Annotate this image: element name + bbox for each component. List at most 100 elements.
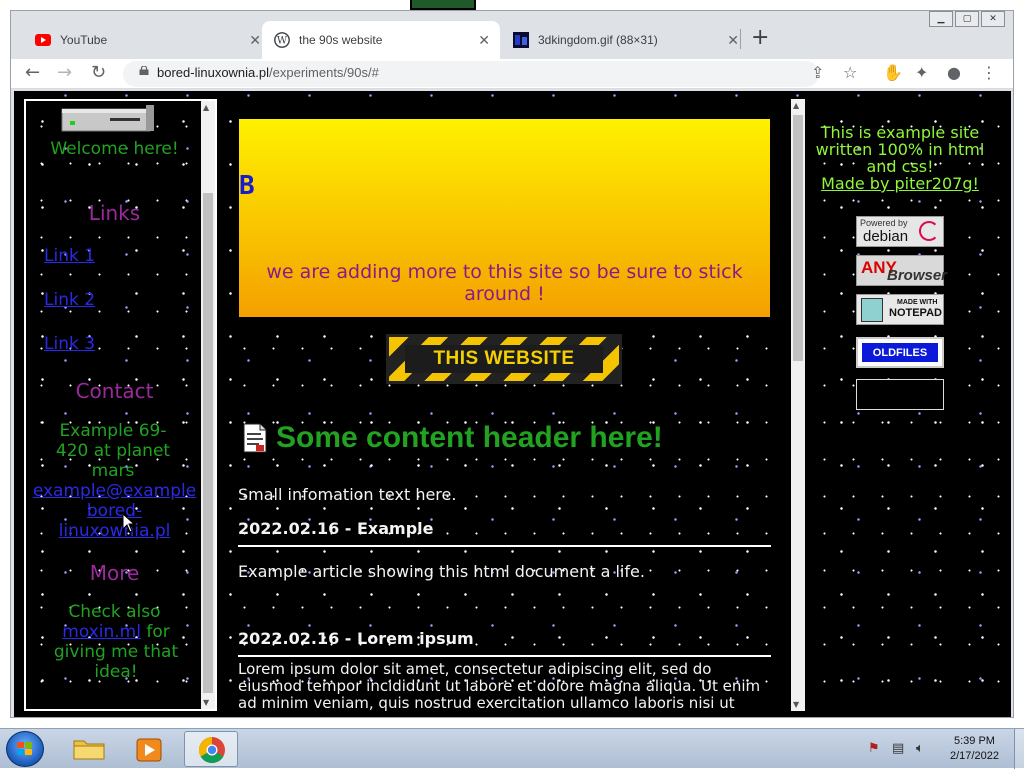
extension-dislike-icon[interactable]: ✋ xyxy=(883,63,903,82)
profile-avatar-icon[interactable]: ● xyxy=(947,63,961,82)
sidebar-link-3[interactable]: Link 3 xyxy=(44,334,95,354)
network-error-icon[interactable]: ⚑ xyxy=(868,741,880,756)
content-header: Some content header here! xyxy=(242,421,663,455)
links-heading: Links xyxy=(88,201,141,225)
browser-toolbar: ← → ↻ bored-linuxownia.pl/experiments/90… xyxy=(11,59,1013,89)
windows-taskbar: ⚑ ▤ 🔈︎ 5:39 PM 2/17/2022 xyxy=(0,728,1024,769)
url-text[interactable]: bored-linuxownia.pl/experiments/90s/# xyxy=(157,65,379,80)
tab-3dkingdom-gif[interactable]: 3dkingdom.gif (88×31) ✕ xyxy=(501,21,749,59)
gif-favicon-icon xyxy=(513,32,529,48)
oldfiles-badge[interactable]: OLDFILES xyxy=(856,337,944,368)
this-website-hazard-banner: THIS WEBSITE xyxy=(386,334,622,384)
windows-logo-icon xyxy=(17,742,32,755)
badge-small-text: MADE WITH xyxy=(897,299,938,306)
lock-icon xyxy=(139,66,149,75)
main-scrollbar[interactable]: ▲ ▼ xyxy=(791,99,805,711)
tab-title: the 90s website xyxy=(299,33,383,47)
hazard-text: THIS WEBSITE xyxy=(405,345,603,373)
minimize-button[interactable]: ▁ xyxy=(929,11,953,27)
new-tab-button[interactable]: + xyxy=(751,25,769,50)
any-browser-badge[interactable]: ANY Browser xyxy=(856,255,948,286)
page-viewport: Welcome here! Links Link 1 Link 2 Link 3… xyxy=(14,91,1011,717)
powered-by-debian-badge[interactable]: Powered by debian xyxy=(856,216,944,247)
badge-small-text: Powered by xyxy=(860,218,908,228)
network-icon[interactable]: ▤ xyxy=(892,741,904,756)
back-arrow-icon[interactable]: ← xyxy=(25,62,40,83)
sidebar-link-2[interactable]: Link 2 xyxy=(44,290,95,310)
oldfiles-text: OLDFILES xyxy=(861,342,939,363)
youtube-icon xyxy=(35,32,51,48)
show-desktop-button[interactable] xyxy=(1014,729,1024,769)
scroll-up-icon[interactable]: ▲ xyxy=(203,103,209,112)
badge-browser-text: Browser xyxy=(887,267,948,284)
badge-big-text: debian xyxy=(863,228,909,245)
chrome-icon xyxy=(198,736,225,764)
computer-icon xyxy=(61,105,154,132)
reload-icon[interactable]: ↻ xyxy=(91,62,106,83)
star-icon[interactable]: ☆ xyxy=(843,63,857,82)
folder-icon xyxy=(73,740,105,760)
scroll-up-icon[interactable]: ▲ xyxy=(793,101,799,110)
empty-badge[interactable] xyxy=(856,379,944,410)
more-text: moxin.ml for giving me that idea! xyxy=(46,622,186,682)
tab-title: 3dkingdom.gif (88×31) xyxy=(538,33,658,47)
tab-title: YouTube xyxy=(60,33,108,47)
left-sidebar-frame: Welcome here! Links Link 1 Link 2 Link 3… xyxy=(24,99,217,711)
share-icon[interactable]: ⇪ xyxy=(811,63,824,82)
mouse-cursor-icon xyxy=(122,513,136,533)
contact-email-line-1[interactable]: example@example xyxy=(26,481,203,501)
made-with-notepad-badge[interactable]: MADE WITH NOTEPAD xyxy=(856,294,944,325)
divider xyxy=(238,655,771,657)
tab-90s-website[interactable]: W the 90s website ✕ xyxy=(262,21,500,59)
taskbar-chrome[interactable] xyxy=(184,731,238,767)
article-title: 2022.02.16 - Lorem ipsum xyxy=(238,629,474,648)
badge-big-text: NOTEPAD xyxy=(889,307,942,319)
puzzle-extensions-icon[interactable]: ✦ xyxy=(915,63,928,82)
window-controls: ▁ ▢ ✕ xyxy=(929,11,1005,27)
scroll-down-icon[interactable]: ▼ xyxy=(203,698,209,707)
contact-email-line-2[interactable]: bored- xyxy=(26,501,203,521)
maximize-button[interactable]: ▢ xyxy=(955,11,979,27)
contact-address: Example 69-420 at planet mars xyxy=(55,421,171,481)
tab-strip: YouTube ✕ W the 90s website ✕ 3dkingdom.… xyxy=(11,11,1013,59)
clock[interactable]: 5:39 PM 2/17/2022 xyxy=(950,734,999,764)
scroll-down-icon[interactable]: ▼ xyxy=(793,700,799,709)
menu-kebab-icon[interactable]: ⋮ xyxy=(981,63,997,82)
url-host: bored-linuxownia.pl xyxy=(157,65,270,80)
notepad-icon xyxy=(861,298,883,322)
about-text: This is example site written 100% in htm… xyxy=(815,123,985,176)
wordpress-icon: W xyxy=(274,32,290,48)
debian-swirl-icon xyxy=(919,221,939,241)
more-prefix: Check also xyxy=(68,602,161,622)
content-header-title: Some content header here! xyxy=(276,421,663,454)
article-body: Lorem ipsum dolor sit amet, consectetur … xyxy=(238,660,761,712)
close-icon[interactable]: ✕ xyxy=(249,32,261,49)
more-heading: More xyxy=(89,561,140,585)
tab-youtube[interactable]: YouTube ✕ xyxy=(23,21,271,59)
moxin-link[interactable]: moxin.ml xyxy=(62,622,141,642)
made-by-link[interactable]: Made by piter207g! xyxy=(821,174,979,193)
top-window-fragment xyxy=(410,0,476,10)
contact-email-line-3[interactable]: linuxownia.pl xyxy=(26,521,203,541)
media-player-icon xyxy=(136,738,162,762)
taskbar-media-player[interactable] xyxy=(122,731,176,767)
taskbar-explorer[interactable] xyxy=(62,731,116,767)
main-scroll-thumb[interactable] xyxy=(793,115,803,361)
article-title: 2022.02.16 - Example xyxy=(238,519,434,538)
sidebar-scrollbar[interactable]: ▲ ▼ xyxy=(201,101,215,709)
tab-separator xyxy=(740,29,741,49)
clock-date: 2/17/2022 xyxy=(950,750,999,762)
article-body: Example article showing this html docume… xyxy=(238,562,645,581)
svg-text:W: W xyxy=(277,36,288,47)
banner-letter: B xyxy=(239,171,255,201)
info-text: Small infomation text here. xyxy=(238,485,457,504)
close-window-button[interactable]: ✕ xyxy=(981,11,1005,27)
banner-message: we are adding more to this site so be su… xyxy=(266,261,743,305)
sidebar-link-1[interactable]: Link 1 xyxy=(44,246,95,266)
start-button[interactable] xyxy=(6,731,44,767)
sidebar-scroll-thumb[interactable] xyxy=(203,193,213,693)
forward-arrow-icon[interactable]: → xyxy=(57,62,72,83)
volume-icon[interactable]: 🔈︎ xyxy=(916,741,924,756)
close-icon[interactable]: ✕ xyxy=(478,32,490,49)
close-icon[interactable]: ✕ xyxy=(727,32,739,49)
